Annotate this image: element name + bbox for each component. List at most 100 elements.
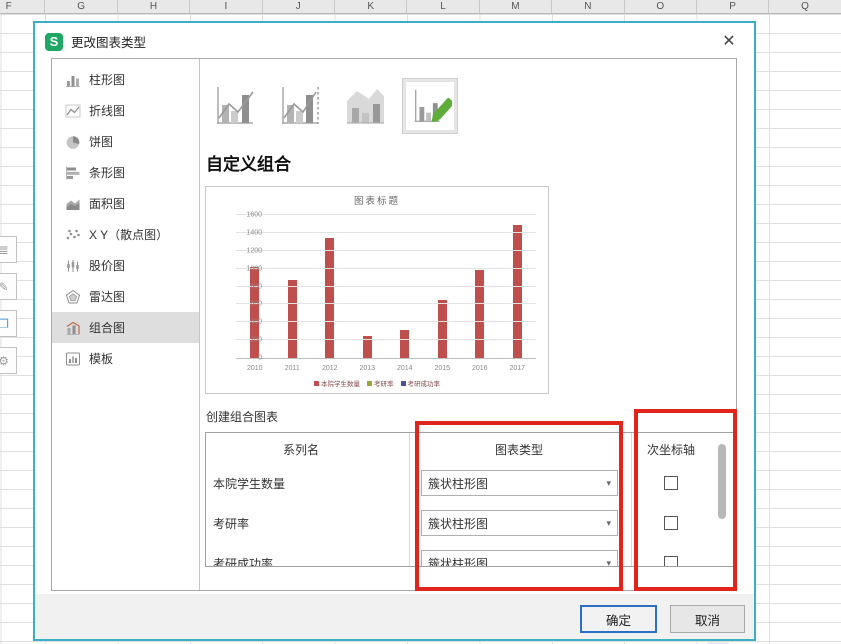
dropdown-value: 簇状柱形图	[428, 475, 488, 492]
series-name: 本院学生数量	[213, 463, 285, 503]
radar-chart-icon	[65, 289, 81, 305]
scatter-chart-icon	[65, 227, 81, 243]
chart-type-dropdown[interactable]: 簇状柱形图 ▾	[421, 470, 618, 496]
custom-combination-icon	[408, 84, 452, 128]
sidebar-item-pie-chart[interactable]: 饼图	[52, 126, 199, 157]
subtype-clustered-column-line[interactable]	[207, 78, 263, 134]
clustered-column-line-icon	[212, 83, 258, 129]
ok-button[interactable]: 确定	[580, 605, 657, 633]
chart-type-dropdown[interactable]: 簇状柱形图 ▾	[421, 510, 618, 536]
column-header-cell[interactable]: O	[625, 0, 697, 14]
bar-slot	[349, 215, 387, 358]
column-header-cell[interactable]: M	[480, 0, 552, 14]
legend-label: 考研率	[374, 378, 394, 388]
column-header-cell[interactable]: Q	[769, 0, 841, 14]
x-axis-tick-label: 2016	[461, 365, 499, 372]
sidebar-item-label: 股价图	[89, 257, 125, 274]
dialog-footer: 确定 取消	[35, 594, 754, 639]
combo-series-table: 系列名 图表类型 次坐标轴 本院学生数量 簇状柱形图 ▾ 考研率	[205, 432, 736, 567]
series-name: 考研率	[213, 503, 249, 543]
sidebar-item-label: 饼图	[89, 133, 113, 150]
chevron-down-icon: ▾	[606, 518, 611, 529]
column-header-cell[interactable]: G	[45, 0, 117, 14]
cancel-button[interactable]: 取消	[670, 605, 745, 633]
x-axis-labels: 20102011201220132014201520162017	[236, 365, 536, 372]
column-header-cell[interactable]: N	[552, 0, 624, 14]
subtype-custom-combination[interactable]	[402, 78, 458, 134]
header-secondary-axis: 次坐标轴	[647, 441, 695, 458]
column-header-cell[interactable]: P	[697, 0, 769, 14]
y-axis-tick-label: 600	[242, 301, 262, 308]
sidebar-item-template[interactable]: 模板	[52, 343, 199, 374]
combo-chart-icon	[65, 320, 81, 336]
sidebar-item-column-chart[interactable]: 柱形图	[52, 64, 199, 95]
series-name: 考研成功率	[213, 543, 273, 567]
combo-content: 自定义组合 图表标题 02004006008001000120014001600…	[201, 59, 736, 590]
column-header-cell[interactable]: K	[335, 0, 407, 14]
chevron-down-icon: ▾	[606, 558, 611, 568]
bar	[438, 300, 447, 358]
bar	[250, 267, 259, 358]
bar	[475, 270, 484, 358]
sidebar-item-radar-chart[interactable]: 雷达图	[52, 281, 199, 312]
sidebar-item-label: 模板	[89, 350, 113, 367]
dialog-titlebar: S 更改图表类型 ✕	[35, 23, 754, 60]
y-gridline	[236, 339, 536, 340]
y-axis-tick-label: 0	[242, 355, 262, 362]
bar-slot	[386, 215, 424, 358]
column-header-cell[interactable]: L	[407, 0, 479, 14]
column-header-cell[interactable]: J	[263, 0, 335, 14]
app-screen: FGHIJKLMNOPQ ≣ ✎ ❐ ⚙ S 更改图表类型 ✕ 柱形图	[0, 0, 841, 644]
sidebar-item-line-chart[interactable]: 折线图	[52, 95, 199, 126]
bar-slot	[424, 215, 462, 358]
table-scrollbar-thumb[interactable]	[718, 444, 726, 519]
bar	[400, 330, 409, 358]
x-axis-tick-label: 2011	[274, 365, 312, 372]
sidebar-item-area-chart[interactable]: 面积图	[52, 188, 199, 219]
secondary-axis-checkbox[interactable]	[664, 476, 678, 490]
link-icon[interactable]: ❐	[0, 310, 17, 337]
legend-item: 本院学生数量	[314, 378, 360, 388]
list-icon[interactable]: ≣	[0, 236, 17, 263]
chart-type-dropdown[interactable]: 簇状柱形图 ▾	[421, 550, 618, 567]
bar	[288, 280, 297, 358]
secondary-axis-checkbox[interactable]	[664, 516, 678, 530]
chevron-down-icon: ▾	[606, 478, 611, 489]
column-header-cell[interactable]: F	[0, 0, 45, 14]
chart-type-sidebar: 柱形图 折线图 饼图 条形图 面积图	[52, 59, 200, 590]
column-header-cell[interactable]: I	[190, 0, 262, 14]
sidebar-item-combo-chart[interactable]: 组合图	[52, 312, 199, 343]
subtype-clustered-column-line-secondary[interactable]	[272, 78, 328, 134]
y-gridline	[236, 303, 536, 304]
legend-label: 本院学生数量	[321, 378, 360, 388]
floating-toolbar: ≣ ✎ ❐ ⚙	[0, 236, 18, 384]
sidebar-item-stock-chart[interactable]: 股价图	[52, 250, 199, 281]
y-gridline	[236, 321, 536, 322]
create-combo-label: 创建组合图表	[206, 408, 278, 425]
y-gridline	[236, 268, 536, 269]
y-axis-tick-label: 1400	[242, 229, 262, 236]
y-gridline	[236, 232, 536, 233]
x-axis-tick-label: 2012	[311, 365, 349, 372]
secondary-axis-checkbox[interactable]	[664, 556, 678, 567]
y-axis-tick-label: 200	[242, 337, 262, 344]
bar-slot	[311, 215, 349, 358]
legend-item: 考研率	[367, 378, 394, 388]
legend-swatch	[314, 381, 319, 386]
table-header-row: 系列名 图表类型 次坐标轴	[206, 433, 735, 463]
pen-icon[interactable]: ✎	[0, 273, 17, 300]
y-axis-tick-label: 1000	[242, 265, 262, 272]
column-header-cell[interactable]: H	[118, 0, 190, 14]
table-row: 考研成功率 簇状柱形图 ▾	[206, 543, 735, 567]
sidebar-item-scatter-chart[interactable]: X Y（散点图）	[52, 219, 199, 250]
y-axis-tick-label: 1600	[242, 212, 262, 219]
gear-icon[interactable]: ⚙	[0, 347, 17, 374]
sidebar-item-bar-chart[interactable]: 条形图	[52, 157, 199, 188]
stock-chart-icon	[65, 258, 81, 274]
change-chart-type-dialog: S 更改图表类型 ✕ 柱形图 折线图 饼图	[33, 21, 756, 641]
close-icon[interactable]: ✕	[718, 31, 740, 53]
subtype-stacked-area-column[interactable]	[337, 78, 393, 134]
table-row: 考研率 簇状柱形图 ▾	[206, 503, 735, 543]
sidebar-item-label: 条形图	[89, 164, 125, 181]
chart-legend: 本院学生数量考研率考研成功率	[206, 378, 548, 388]
